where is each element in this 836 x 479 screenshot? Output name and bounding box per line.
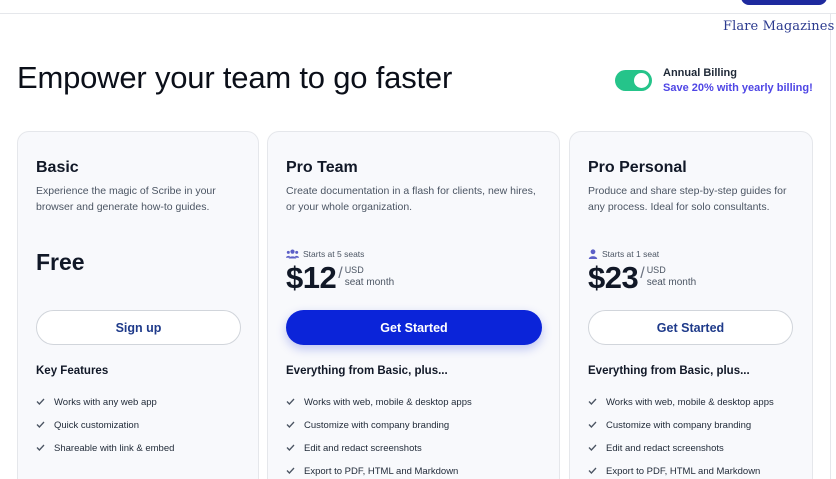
features-list: Works with web, mobile & desktop apps Cu…: [588, 391, 774, 479]
annual-billing-toggle[interactable]: [615, 70, 652, 91]
user-icon: [588, 249, 598, 259]
top-nav-button[interactable]: [741, 0, 827, 5]
get-started-button[interactable]: Get Started: [588, 310, 793, 345]
check-icon: [286, 466, 296, 477]
plan-price: $23: [588, 260, 639, 295]
price-currency: USD: [646, 265, 666, 275]
page-title: Empower your team to go faster: [17, 60, 453, 95]
feature-label: Edit and redact screenshots: [304, 443, 422, 454]
feature-label: Shareable with link & embed: [54, 443, 175, 454]
seats-info: Starts at 5 seats: [286, 249, 364, 259]
feature-item: Customize with company branding: [286, 414, 472, 437]
feature-label: Works with web, mobile & desktop apps: [606, 397, 774, 408]
plan-price: Free: [36, 249, 85, 275]
price-unit: USD seat month: [647, 265, 696, 290]
plan-card-basic: Basic Experience the magic of Scribe in …: [17, 131, 259, 479]
check-icon: [36, 397, 46, 408]
features-heading: Key Features: [36, 365, 109, 377]
seats-label: Starts at 5 seats: [303, 249, 365, 259]
top-nav-bar: [0, 0, 836, 14]
feature-item: Quick customization: [36, 414, 174, 437]
price-period: seat month: [646, 277, 697, 288]
check-icon: [286, 397, 296, 408]
annual-billing-label: Annual Billing: [663, 67, 737, 79]
feature-item: Works with web, mobile & desktop apps: [588, 391, 774, 414]
get-started-button[interactable]: Get Started: [286, 310, 542, 345]
plan-card-pro-team: Pro Team Create documentation in a flash…: [267, 131, 560, 479]
feature-item: Edit and redact screenshots: [286, 437, 472, 460]
check-icon: [36, 420, 46, 431]
feature-label: Edit and redact screenshots: [606, 443, 724, 454]
plan-description: Experience the magic of Scribe in your b…: [36, 185, 216, 213]
users-icon: [286, 249, 299, 259]
feature-label: Works with any web app: [54, 397, 157, 408]
seats-info: Starts at 1 seat: [588, 249, 659, 259]
feature-label: Customize with company branding: [606, 420, 752, 431]
price-slash: /: [338, 265, 343, 282]
check-icon: [588, 420, 598, 431]
feature-label: Quick customization: [54, 420, 140, 431]
features-heading: Everything from Basic, plus...: [286, 365, 448, 377]
feature-label: Works with web, mobile & desktop apps: [304, 397, 472, 408]
plan-price: $12: [286, 260, 337, 295]
feature-item: Export to PDF, HTML and Markdown: [286, 460, 472, 479]
price-unit: USD seat month: [345, 265, 394, 290]
plan-description: Create documentation in a flash for clie…: [286, 185, 536, 213]
price-slash: /: [640, 265, 645, 282]
features-list: Works with any web app Quick customizati…: [36, 391, 174, 460]
price-block: $12 / USD seat month: [286, 260, 394, 296]
price-currency: USD: [344, 265, 364, 275]
check-icon: [588, 397, 598, 408]
check-icon: [286, 420, 296, 431]
check-icon: [36, 443, 46, 454]
features-list: Works with web, mobile & desktop apps Cu…: [286, 391, 472, 479]
feature-item: Works with web, mobile & desktop apps: [286, 391, 472, 414]
check-icon: [286, 443, 296, 454]
feature-item: Customize with company branding: [588, 414, 774, 437]
feature-item: Works with any web app: [36, 391, 174, 414]
check-icon: [588, 466, 598, 477]
watermark: Flare Magazines: [723, 19, 835, 34]
features-heading: Everything from Basic, plus...: [588, 365, 750, 377]
feature-label: Customize with company branding: [304, 420, 450, 431]
plan-description: Produce and share step-by-step guides fo…: [588, 185, 787, 213]
toggle-knob: [634, 73, 649, 88]
price-block: $23 / USD seat month: [588, 260, 696, 296]
seats-label: Starts at 1 seat: [602, 249, 660, 259]
check-icon: [588, 443, 598, 454]
plan-title: Pro Team: [286, 159, 358, 176]
plan-title: Pro Personal: [588, 159, 687, 176]
feature-label: Export to PDF, HTML and Markdown: [606, 466, 761, 477]
plan-title: Basic: [36, 159, 79, 176]
page-edge-divider: [830, 14, 831, 479]
price-period: seat month: [344, 277, 395, 288]
annual-billing-savings: Save 20% with yearly billing!: [663, 82, 813, 94]
feature-item: Shareable with link & embed: [36, 437, 174, 460]
plan-card-pro-personal: Pro Personal Produce and share step-by-s…: [569, 131, 813, 479]
sign-up-button[interactable]: Sign up: [36, 310, 241, 345]
feature-item: Edit and redact screenshots: [588, 437, 774, 460]
feature-label: Export to PDF, HTML and Markdown: [304, 466, 459, 477]
feature-item: Export to PDF, HTML and Markdown: [588, 460, 774, 479]
